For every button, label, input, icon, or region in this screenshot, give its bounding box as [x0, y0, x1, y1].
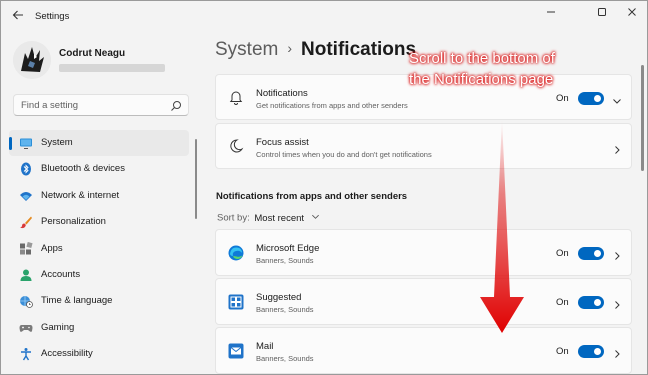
chevron-down-icon[interactable]: [612, 93, 622, 104]
back-arrow-icon[interactable]: [9, 8, 27, 26]
bell-icon: [228, 89, 244, 105]
moon-icon: [228, 138, 244, 154]
arrow-down-icon: [480, 119, 524, 333]
user-name: Codrut Neagu: [59, 48, 126, 59]
sidebar-item-accessibility[interactable]: Accessibility: [9, 341, 189, 367]
app-subtitle: Banners, Sounds: [256, 256, 314, 265]
brush-icon: [19, 215, 33, 229]
sort-value: Most recent: [254, 212, 305, 224]
maximize-icon[interactable]: [590, 4, 614, 24]
app-subtitle: Banners, Sounds: [256, 305, 314, 314]
accessibility-icon: [19, 347, 33, 361]
settings-window: Settings Codrut Neagu Find a setting Sys…: [0, 0, 648, 375]
sidebar-item-label: Accounts: [41, 268, 81, 280]
sidebar-item-time-language[interactable]: Time & language: [9, 288, 189, 314]
sidebar-item-bluetooth[interactable]: Bluetooth & devices: [9, 156, 189, 182]
sidebar-item-accounts[interactable]: Accounts: [9, 262, 189, 288]
suggested-icon: [228, 294, 244, 310]
chevron-down-icon: [311, 212, 320, 224]
sidebar-item-label: Network & internet: [41, 189, 120, 201]
scroll-annotation: Scroll to the bottom of the Notification…: [409, 48, 609, 90]
chevron-right-icon[interactable]: [612, 297, 622, 309]
sidebar-item-network[interactable]: Network & internet: [9, 183, 189, 209]
app-notification-row[interactable]: Microsoft Edge Banners, Sounds On: [215, 229, 632, 276]
notifications-toggle[interactable]: [578, 92, 604, 105]
sidebar-scrollbar[interactable]: [195, 139, 197, 219]
breadcrumb-separator: ›: [287, 40, 293, 56]
breadcrumb: System › Notifications: [215, 39, 416, 61]
minimize-icon[interactable]: [539, 4, 563, 24]
close-icon[interactable]: [620, 4, 644, 24]
title-bar: Settings: [1, 1, 647, 33]
breadcrumb-parent[interactable]: System: [215, 39, 278, 60]
main-scrollbar[interactable]: [641, 65, 644, 171]
bluetooth-icon: [19, 162, 33, 176]
sidebar-item-label: Gaming: [41, 321, 75, 333]
sidebar-item-label: Personalization: [41, 216, 106, 228]
window-title: Settings: [35, 11, 70, 22]
sidebar-item-gaming[interactable]: Gaming: [9, 315, 189, 341]
app-notification-toggle[interactable]: [578, 296, 604, 309]
setting-title: Focus assist: [256, 137, 309, 148]
app-notification-row[interactable]: Mail Banners, Sounds On: [215, 327, 632, 374]
person-icon: [19, 268, 33, 282]
edge-icon: [228, 245, 244, 261]
sidebar-item-label: Apps: [41, 242, 63, 254]
sidebar-item-label: Time & language: [41, 295, 113, 307]
sidebar-item-label: Accessibility: [41, 348, 93, 360]
app-notification-toggle[interactable]: [578, 247, 604, 260]
user-email-redacted: [59, 64, 165, 72]
search-icon[interactable]: [170, 99, 182, 111]
globe-clock-icon: [19, 294, 33, 309]
sidebar-item-label: Bluetooth & devices: [41, 163, 125, 175]
avatar[interactable]: [13, 41, 51, 79]
chevron-right-icon[interactable]: [612, 248, 622, 260]
app-notification-toggle[interactable]: [578, 345, 604, 358]
setting-subtitle: Get notifications from apps and other se…: [256, 101, 408, 110]
gamepad-icon: [19, 321, 33, 335]
app-notification-row[interactable]: Suggested Banners, Sounds On: [215, 278, 632, 325]
app-name: Suggested: [256, 292, 302, 303]
app-name: Mail: [256, 341, 274, 352]
app-subtitle: Banners, Sounds: [256, 354, 314, 363]
toggle-state-label: On: [556, 297, 569, 308]
toggle-state-label: On: [556, 248, 569, 259]
search-input[interactable]: Find a setting: [13, 94, 189, 116]
wifi-icon: [19, 189, 33, 203]
chevron-right-icon[interactable]: [612, 142, 622, 154]
sidebar-item-personalization[interactable]: Personalization: [9, 209, 189, 235]
sidebar-nav: System Bluetooth & devices Network & int…: [9, 130, 189, 368]
setting-title: Notifications: [256, 88, 308, 99]
apps-icon: [19, 241, 33, 256]
sidebar-item-system[interactable]: System: [9, 130, 189, 157]
focus-assist-setting-card[interactable]: Focus assist Control times when you do a…: [215, 123, 632, 169]
sort-by-dropdown[interactable]: Sort by: Most recent: [217, 212, 320, 224]
annotation-line: the Notifications page: [409, 71, 554, 88]
app-name: Microsoft Edge: [256, 243, 320, 254]
toggle-state-label: On: [556, 93, 569, 104]
chevron-right-icon[interactable]: [612, 346, 622, 358]
toggle-state-label: On: [556, 346, 569, 357]
page-title: Notifications: [301, 39, 417, 60]
section-title: Notifications from apps and other sender…: [216, 191, 408, 202]
setting-subtitle: Control times when you do and don't get …: [256, 150, 432, 159]
sort-label: Sort by:: [217, 212, 250, 224]
search-placeholder: Find a setting: [21, 100, 79, 111]
sidebar-item-label: System: [41, 137, 73, 148]
mail-icon: [228, 343, 244, 359]
monitor-icon: [19, 136, 33, 150]
annotation-line: Scroll to the bottom of: [409, 50, 555, 67]
sidebar-item-apps[interactable]: Apps: [9, 236, 189, 262]
